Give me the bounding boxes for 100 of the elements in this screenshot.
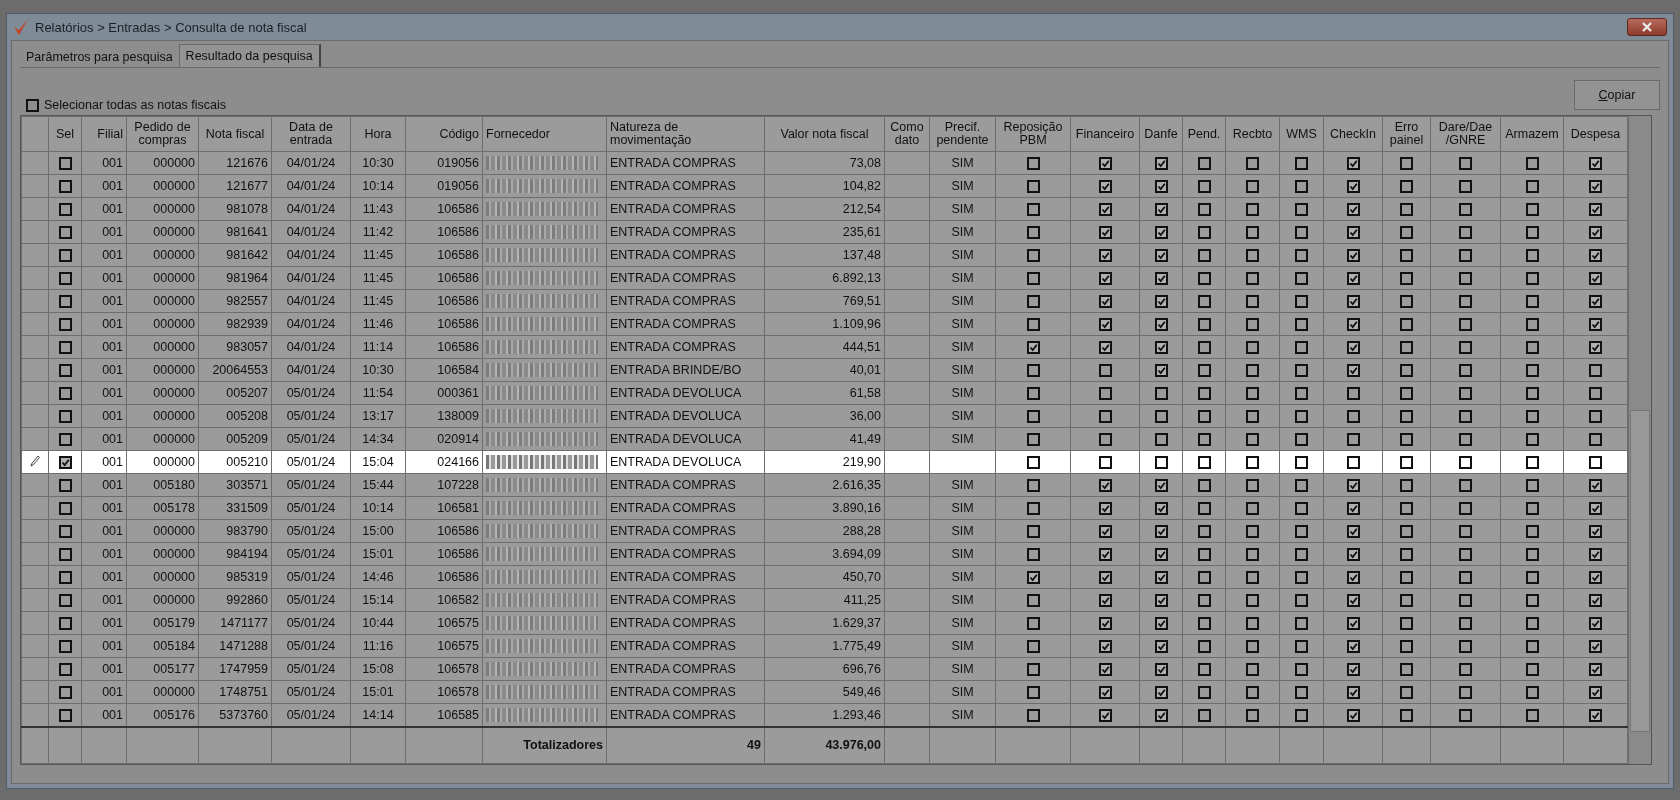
checkbox[interactable]	[1098, 433, 1112, 447]
checkbox[interactable]	[1346, 594, 1360, 608]
checkbox[interactable]	[1459, 272, 1472, 286]
checkbox[interactable]	[1197, 548, 1211, 562]
checkbox[interactable]	[1459, 364, 1472, 378]
checkbox[interactable]	[58, 157, 72, 171]
column-header[interactable]: Natureza de movimentação	[606, 116, 765, 152]
checkbox[interactable]	[58, 341, 72, 355]
checkbox[interactable]	[1098, 479, 1112, 493]
checkbox[interactable]	[1525, 548, 1539, 562]
column-header[interactable]: Dare/Dae /GNRE	[1430, 116, 1501, 152]
checkbox[interactable]	[1026, 686, 1040, 700]
checkbox[interactable]	[1400, 502, 1413, 516]
table-row[interactable]: 001 005180 303571 05/01/24 15:44 107228 ENTRADA COMPRAS 2.616,35 SIM	[21, 473, 1628, 497]
checkbox[interactable]	[1197, 203, 1211, 217]
table-row[interactable]: 001 000000 982557 04/01/24 11:45 106586 ENTRADA COMPRAS 769,51 SIM	[21, 289, 1628, 313]
checkbox[interactable]	[1154, 387, 1168, 401]
checkbox[interactable]	[1295, 594, 1308, 608]
checkbox[interactable]	[1026, 295, 1040, 309]
checkbox[interactable]	[1346, 640, 1360, 654]
checkbox[interactable]	[1525, 594, 1539, 608]
column-header[interactable]: Recbto	[1225, 116, 1280, 152]
checkbox[interactable]	[1295, 180, 1308, 194]
checkbox[interactable]	[1154, 180, 1168, 194]
checkbox[interactable]	[1589, 364, 1602, 378]
checkbox[interactable]	[1246, 410, 1259, 424]
checkbox[interactable]	[58, 318, 72, 332]
checkbox[interactable]	[1197, 387, 1211, 401]
checkbox[interactable]	[58, 708, 72, 722]
checkbox[interactable]	[58, 203, 72, 217]
checkbox[interactable]	[1295, 525, 1308, 539]
checkbox[interactable]	[1246, 686, 1259, 700]
column-header[interactable]: Armazem	[1500, 116, 1564, 152]
checkbox[interactable]	[1525, 272, 1539, 286]
column-header[interactable]: Pedido de compras	[126, 116, 199, 152]
checkbox[interactable]	[1295, 548, 1308, 562]
checkbox[interactable]	[1346, 479, 1360, 493]
checkbox[interactable]	[1589, 410, 1602, 424]
column-header[interactable]: Nota fiscal	[198, 116, 272, 152]
checkbox[interactable]	[1098, 456, 1112, 470]
checkbox[interactable]	[1197, 686, 1211, 700]
checkbox[interactable]	[58, 617, 72, 631]
checkbox[interactable]	[1098, 157, 1112, 171]
checkbox[interactable]	[1525, 341, 1539, 355]
checkbox[interactable]	[1154, 410, 1168, 424]
table-row[interactable]: 001 005176 5373760 05/01/24 14:14 106585 ENTRADA COMPRAS 1.293,46 SIM	[21, 703, 1628, 727]
copy-button[interactable]: Copiar	[1574, 80, 1660, 110]
checkbox[interactable]	[1589, 180, 1602, 194]
checkbox[interactable]	[1589, 226, 1602, 240]
column-header[interactable]: Data de entrada	[271, 116, 351, 152]
checkbox[interactable]	[1525, 387, 1539, 401]
checkbox[interactable]	[1346, 410, 1360, 424]
checkbox[interactable]	[1197, 180, 1211, 194]
checkbox[interactable]	[1346, 548, 1360, 562]
checkbox[interactable]	[1295, 663, 1308, 677]
table-row[interactable]: 001 005179 1471177 05/01/24 10:44 106575 ENTRADA COMPRAS 1.629,37 SIM	[21, 611, 1628, 635]
checkbox[interactable]	[1346, 525, 1360, 539]
column-header[interactable]: WMS	[1279, 116, 1324, 152]
checkbox[interactable]	[1197, 157, 1211, 171]
checkbox[interactable]	[1346, 617, 1360, 631]
checkbox[interactable]	[1026, 548, 1040, 562]
checkbox[interactable]	[1459, 341, 1472, 355]
checkbox[interactable]	[1197, 410, 1211, 424]
checkbox[interactable]	[1098, 226, 1112, 240]
checkbox[interactable]	[1295, 157, 1308, 171]
checkbox[interactable]	[1026, 640, 1040, 654]
checkbox[interactable]	[1098, 364, 1112, 378]
table-row[interactable]: 001 000000 005210 05/01/24 15:04 024166 ENTRADA DEVOLUCA 219,90	[21, 450, 1628, 474]
checkbox[interactable]	[1154, 364, 1168, 378]
checkbox[interactable]	[1589, 433, 1602, 447]
checkbox[interactable]	[1400, 617, 1413, 631]
column-header[interactable]: Filial	[81, 116, 127, 152]
checkbox[interactable]	[1589, 525, 1602, 539]
table-row[interactable]: 001 000000 981078 04/01/24 11:43 106586 ENTRADA COMPRAS 212,54 SIM	[21, 197, 1628, 221]
checkbox[interactable]	[1459, 708, 1472, 722]
checkbox[interactable]	[1295, 617, 1308, 631]
checkbox[interactable]	[1098, 387, 1112, 401]
table-row[interactable]: 001 000000 983057 04/01/24 11:14 106586 ENTRADA COMPRAS 444,51 SIM	[21, 335, 1628, 359]
checkbox[interactable]	[26, 98, 39, 112]
checkbox[interactable]	[1589, 640, 1602, 654]
checkbox[interactable]	[1246, 640, 1259, 654]
checkbox[interactable]	[1098, 341, 1112, 355]
checkbox[interactable]	[1346, 249, 1360, 263]
checkbox[interactable]	[1400, 640, 1413, 654]
checkbox[interactable]	[1589, 456, 1602, 470]
checkbox[interactable]	[1246, 341, 1259, 355]
column-header[interactable]: Hora	[350, 116, 406, 152]
checkbox[interactable]	[58, 594, 72, 608]
checkbox[interactable]	[58, 295, 72, 309]
checkbox[interactable]	[58, 548, 72, 562]
checkbox[interactable]	[1026, 180, 1040, 194]
checkbox[interactable]	[1589, 686, 1602, 700]
checkbox[interactable]	[1400, 410, 1413, 424]
checkbox[interactable]	[1400, 364, 1413, 378]
checkbox[interactable]	[1459, 525, 1472, 539]
checkbox[interactable]	[1459, 203, 1472, 217]
checkbox[interactable]	[1459, 640, 1472, 654]
checkbox[interactable]	[1400, 226, 1413, 240]
checkbox[interactable]	[1197, 249, 1211, 263]
checkbox[interactable]	[1400, 594, 1413, 608]
